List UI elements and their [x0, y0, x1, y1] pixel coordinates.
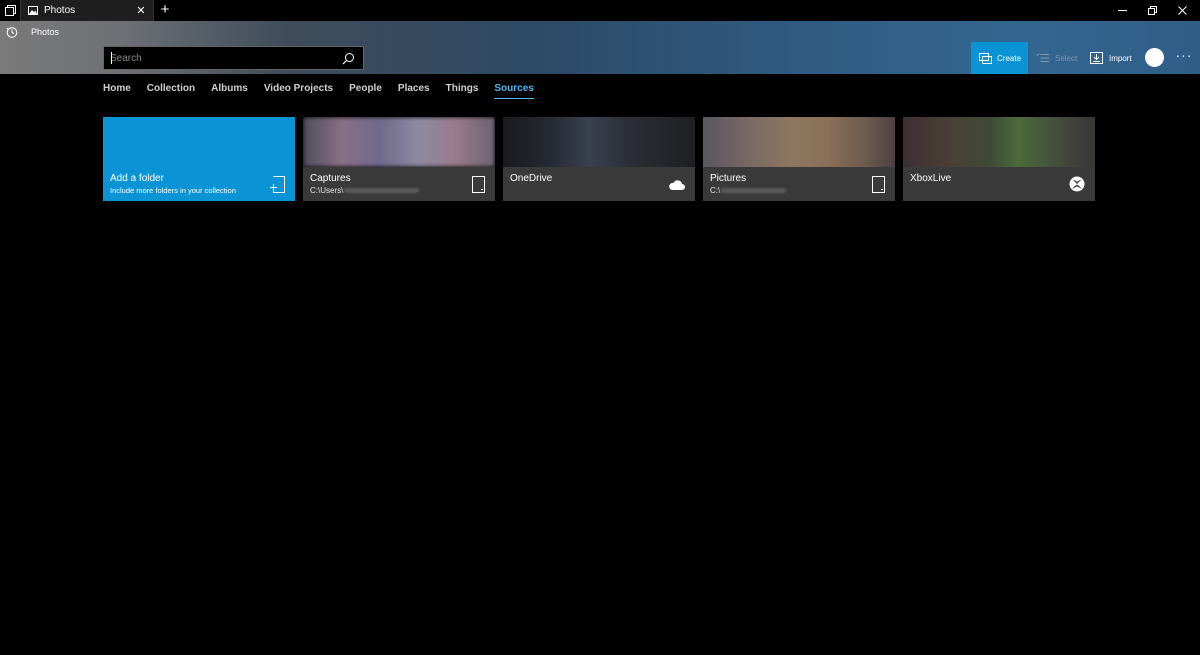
- select-label: Select: [1055, 53, 1078, 63]
- cloud-icon: [669, 180, 685, 190]
- device-icon: [872, 176, 885, 193]
- import-button[interactable]: Import: [1090, 42, 1132, 74]
- source-tile-onedrive[interactable]: OneDrive: [503, 117, 695, 201]
- source-name: Captures: [310, 173, 351, 184]
- close-tab-icon[interactable]: ✕: [133, 3, 149, 19]
- nav-collection[interactable]: Collection: [147, 83, 195, 99]
- import-label: Import: [1109, 53, 1132, 63]
- create-button[interactable]: Create: [971, 42, 1028, 74]
- search-icon[interactable]: [342, 52, 355, 65]
- redacted-path: [721, 188, 787, 193]
- more-options-button[interactable]: ···: [1174, 48, 1194, 64]
- create-label: Create: [997, 53, 1022, 63]
- source-tile-pictures[interactable]: Pictures C:\: [703, 117, 895, 201]
- nav-places[interactable]: Places: [398, 83, 430, 99]
- source-thumbnail: [303, 117, 495, 167]
- source-name: XboxLive: [910, 173, 952, 184]
- nav-home[interactable]: Home: [103, 83, 131, 99]
- nav-sources[interactable]: Sources: [494, 83, 534, 99]
- source-path: C:\Users\: [310, 186, 420, 195]
- nav-people[interactable]: People: [349, 83, 382, 99]
- add-folder-title: Add a folder: [110, 173, 164, 184]
- select-list-icon: [1036, 53, 1049, 62]
- source-thumbnail: [703, 117, 895, 167]
- source-path: C:\: [710, 186, 787, 195]
- text-caret: [111, 52, 112, 64]
- app-title: Photos: [31, 27, 60, 37]
- tile-caption: OneDrive: [503, 167, 695, 201]
- app-header: Photos Create Select Import ··: [0, 21, 1200, 74]
- import-icon: [1090, 52, 1103, 64]
- close-window-icon[interactable]: [1168, 0, 1196, 21]
- add-folder-icon: [270, 176, 285, 193]
- tile-caption: Captures C:\Users\: [303, 167, 495, 201]
- source-path-text: C:\: [710, 186, 721, 195]
- nav-things[interactable]: Things: [446, 83, 479, 99]
- nav-albums[interactable]: Albums: [211, 83, 248, 99]
- source-thumbnail: [903, 117, 1095, 167]
- search-input[interactable]: [104, 47, 334, 69]
- source-tile-captures[interactable]: Captures C:\Users\: [303, 117, 495, 201]
- restore-icon[interactable]: [1138, 0, 1166, 21]
- create-icon: [979, 52, 992, 64]
- source-tile-xboxlive[interactable]: XboxLive: [903, 117, 1095, 201]
- search-box[interactable]: [103, 46, 364, 70]
- new-tab-button[interactable]: +: [157, 2, 173, 18]
- xbox-icon: [1069, 176, 1085, 192]
- add-folder-subtitle: Include more folders in your collection: [110, 186, 236, 195]
- history-icon[interactable]: [6, 26, 18, 38]
- redacted-path: [344, 188, 420, 193]
- source-name: Pictures: [710, 173, 747, 184]
- source-path-text: C:\Users\: [310, 186, 344, 195]
- avatar[interactable]: [1145, 48, 1164, 67]
- browser-tab-photos[interactable]: Photos ✕: [20, 0, 154, 21]
- tile-caption: XboxLive: [903, 167, 1095, 201]
- nav-video-projects[interactable]: Video Projects: [264, 83, 333, 99]
- source-thumbnail: [503, 117, 695, 167]
- window-tab-bar: Photos ✕ +: [0, 0, 1200, 21]
- minimize-icon[interactable]: [1108, 0, 1136, 21]
- tab-title: Photos: [44, 5, 76, 16]
- tile-caption: Pictures C:\: [703, 167, 895, 201]
- select-button[interactable]: Select: [1036, 42, 1077, 74]
- add-folder-tile[interactable]: Add a folder Include more folders in you…: [103, 117, 295, 201]
- section-nav: Home Collection Albums Video Projects Pe…: [103, 83, 550, 99]
- source-name: OneDrive: [510, 173, 553, 184]
- tab-overview-icon[interactable]: [0, 0, 20, 21]
- photo-icon: [28, 6, 38, 15]
- device-icon: [472, 176, 485, 193]
